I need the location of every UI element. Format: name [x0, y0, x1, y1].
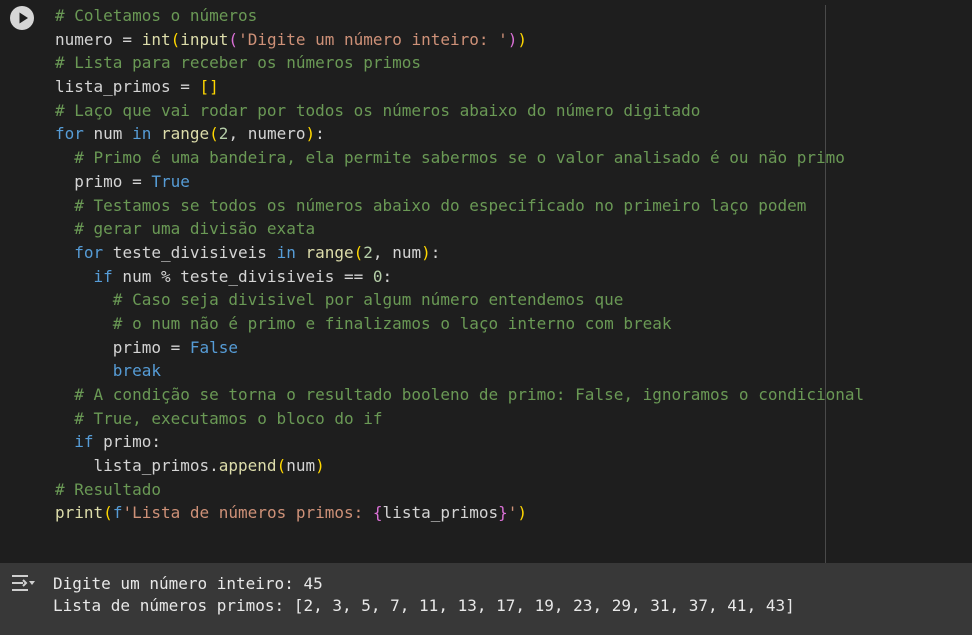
code-line[interactable]: lista_primos.append(num) [55, 454, 864, 478]
code-line[interactable]: numero = int(input('Digite um número int… [55, 28, 864, 52]
code-line[interactable]: break [55, 359, 864, 383]
code-line[interactable]: # Caso seja divisivel por algum número e… [55, 288, 864, 312]
code-line[interactable]: # True, executamos o bloco do if [55, 407, 864, 431]
editor-ruler-line [825, 5, 826, 565]
output-text: Digite um número inteiro: 45 Lista de núm… [53, 573, 795, 616]
code-line[interactable]: for teste_divisiveis in range(2, num): [55, 241, 864, 265]
code-line[interactable]: # A condição se torna o resultado boolen… [55, 383, 864, 407]
code-line[interactable]: primo = True [55, 170, 864, 194]
code-line[interactable]: # o num não é primo e finalizamos o laço… [55, 312, 864, 336]
code-line[interactable]: primo = False [55, 336, 864, 360]
code-line[interactable]: # Resultado [55, 478, 864, 502]
output-area: Digite um número inteiro: 45 Lista de núm… [0, 563, 972, 635]
code-editor[interactable]: # Coletamos o números numero = int(input(… [55, 4, 864, 525]
code-cell[interactable]: # Coletamos o números numero = int(input(… [0, 0, 972, 635]
output-line: Digite um número inteiro: 45 [53, 574, 323, 593]
run-cell-button[interactable] [10, 6, 34, 30]
code-line[interactable]: # Primo é uma bandeira, ela permite sabe… [55, 146, 864, 170]
output-toggle-icon[interactable] [10, 573, 36, 595]
code-line[interactable]: # gerar uma divisão exata [55, 217, 864, 241]
code-line[interactable]: # Testamos se todos os números abaixo do… [55, 194, 864, 218]
code-line[interactable]: lista_primos = [] [55, 75, 864, 99]
code-line[interactable]: # Lista para receber os números primos [55, 51, 864, 75]
code-line[interactable]: for num in range(2, numero): [55, 122, 864, 146]
play-icon [19, 12, 28, 24]
code-line[interactable]: if primo: [55, 430, 864, 454]
code-line[interactable]: # Coletamos o números [55, 4, 864, 28]
code-line[interactable]: print(f'Lista de números primos: {lista_… [55, 501, 864, 525]
code-line[interactable]: # Laço que vai rodar por todos os número… [55, 99, 864, 123]
code-line[interactable]: if num % teste_divisiveis == 0: [55, 265, 864, 289]
output-line: Lista de números primos: [2, 3, 5, 7, 11… [53, 595, 795, 615]
